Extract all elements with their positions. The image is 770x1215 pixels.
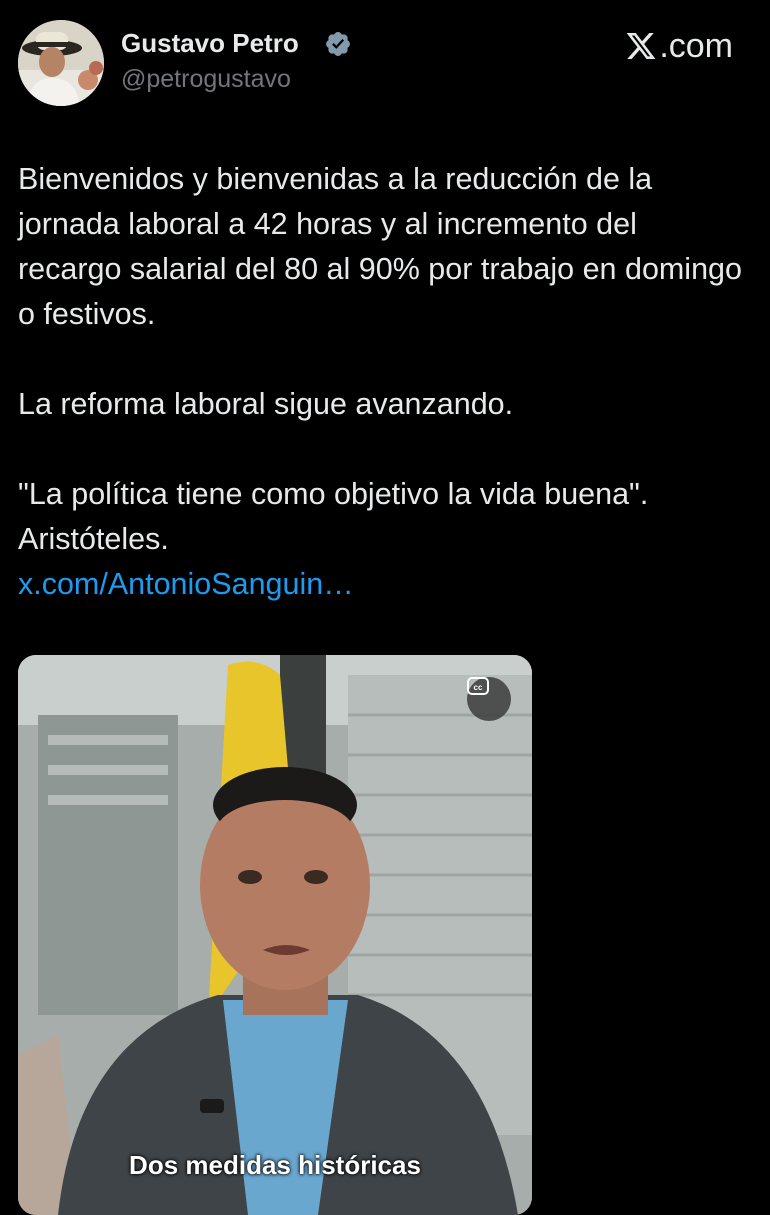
author-handle[interactable]: @petrogustavo bbox=[121, 65, 291, 94]
avatar[interactable] bbox=[18, 20, 104, 106]
tweet-paragraph: La reforma laboral sigue avanzando. bbox=[18, 387, 514, 421]
x-logo-icon bbox=[626, 33, 656, 59]
tweet-quote-author: Aristóteles. bbox=[18, 522, 169, 556]
closed-captions-icon: cc bbox=[467, 677, 489, 695]
brand-label: .com bbox=[659, 26, 733, 65]
video-player[interactable]: cc Dos medidas históricas bbox=[18, 655, 532, 1215]
verified-badge-icon bbox=[326, 32, 350, 56]
tweet-link[interactable]: x.com/AntonioSanguin… bbox=[18, 567, 354, 601]
video-frame bbox=[18, 655, 532, 1215]
tweet-quote: "La política tiene como objetivo la vida… bbox=[18, 477, 649, 511]
tweet-text: Bienvenidos y bienvenidas a la reducción… bbox=[18, 157, 748, 607]
svg-text:cc: cc bbox=[474, 683, 483, 692]
display-name[interactable]: Gustavo Petro bbox=[121, 28, 299, 59]
tweet-paragraph: Bienvenidos y bienvenidas a la reducción… bbox=[18, 162, 742, 331]
avatar-photo bbox=[18, 20, 104, 106]
closed-captions-button[interactable]: cc bbox=[467, 677, 511, 721]
video-caption: Dos medidas históricas bbox=[129, 1150, 421, 1180]
x-brand: .com bbox=[625, 26, 733, 66]
